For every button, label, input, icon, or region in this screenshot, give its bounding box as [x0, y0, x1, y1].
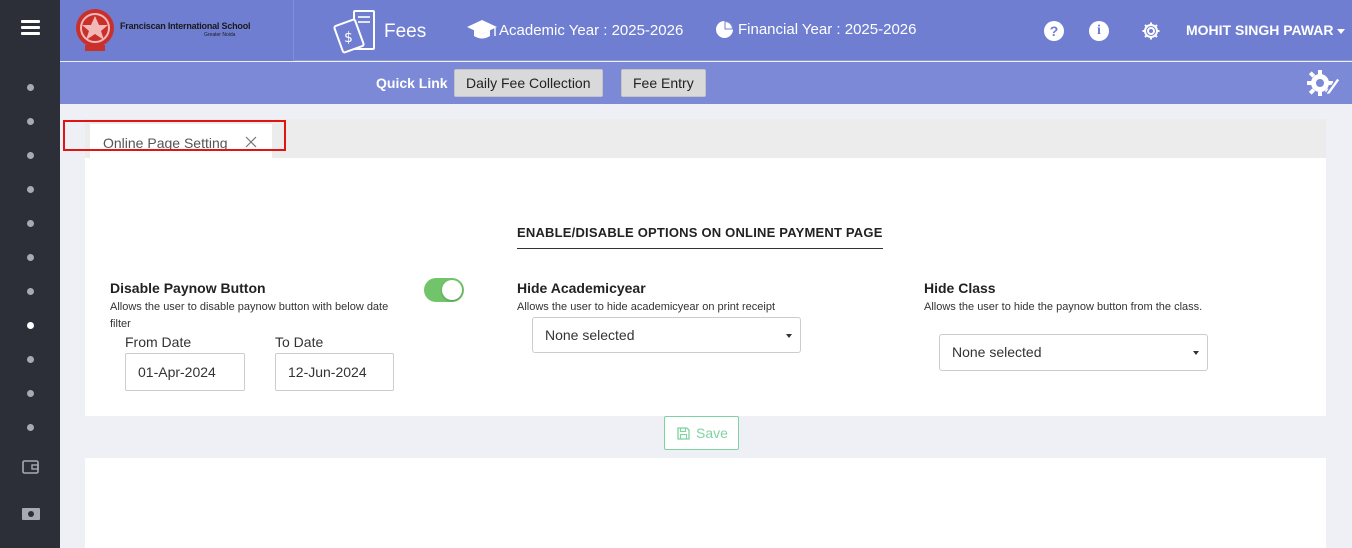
- pie-chart-icon: [716, 21, 733, 38]
- school-location: Greater Noida: [204, 32, 236, 38]
- from-date-label: From Date: [125, 334, 192, 350]
- chevron-down-icon: [786, 334, 792, 338]
- tab-strip: Online Page Setting: [85, 119, 1326, 158]
- user-name: MOHIT SINGH PAWAR: [1186, 22, 1334, 38]
- hide-academicyear-description: Allows the user to hide academicyear on …: [517, 301, 776, 313]
- hide-class-description: Allows the user to hide the paynow butto…: [924, 301, 1203, 313]
- quick-link-bar: Quick Link Daily Fee Collection Fee Entr…: [60, 62, 1352, 104]
- paynow-description: Allows the user to disable paynow button…: [110, 301, 389, 330]
- tab-online-page-setting[interactable]: Online Page Setting: [90, 124, 272, 158]
- paynow-title: Disable Paynow Button: [110, 280, 266, 296]
- chevron-down-icon: [1336, 28, 1345, 34]
- quick-link-label: Quick Link: [376, 75, 448, 91]
- academicyear-selected: None selected: [545, 327, 635, 343]
- panel-title: ENABLE/DISABLE OPTIONS ON ONLINE PAYMENT…: [517, 225, 883, 249]
- left-sidebar: [0, 0, 60, 548]
- sidebar-item[interactable]: [27, 220, 34, 227]
- sidebar-item[interactable]: [27, 390, 34, 397]
- daily-fee-collection-button[interactable]: Daily Fee Collection: [454, 69, 603, 97]
- chevron-down-icon: [1193, 351, 1199, 355]
- from-date-field[interactable]: 01-Apr-2024: [125, 353, 245, 391]
- close-icon[interactable]: [245, 136, 257, 148]
- settings-edit-icon[interactable]: [1307, 69, 1341, 97]
- toggle-knob: [442, 280, 462, 300]
- module-title: Fees: [384, 21, 427, 42]
- class-selected: None selected: [952, 344, 1042, 360]
- sidebar-item[interactable]: [27, 118, 34, 125]
- to-date-field[interactable]: 12-Jun-2024: [275, 353, 394, 391]
- fee-entry-button[interactable]: Fee Entry: [621, 69, 706, 97]
- academicyear-select[interactable]: None selected: [532, 317, 801, 353]
- top-header: Franciscan International School Greater …: [60, 0, 1352, 61]
- fees-icon: $: [333, 10, 375, 54]
- save-icon: [677, 427, 690, 440]
- lower-panel: [85, 458, 1326, 548]
- sidebar-item[interactable]: [27, 186, 34, 193]
- sidebar-item[interactable]: [27, 254, 34, 261]
- class-select[interactable]: None selected: [939, 334, 1208, 371]
- save-label: Save: [696, 425, 728, 441]
- sidebar-item[interactable]: [27, 356, 34, 363]
- school-brand[interactable]: Franciscan International School Greater …: [60, 0, 294, 61]
- gear-icon[interactable]: [1141, 21, 1161, 41]
- settings-panel: ENABLE/DISABLE OPTIONS ON ONLINE PAYMENT…: [85, 158, 1326, 416]
- svg-text:$: $: [344, 30, 353, 46]
- hide-academicyear-title: Hide Academicyear: [517, 280, 646, 296]
- sidebar-item-active[interactable]: [27, 322, 34, 329]
- graduation-cap-icon: [467, 20, 497, 39]
- financial-year: Financial Year : 2025-2026: [738, 21, 917, 38]
- help-icon[interactable]: ?: [1044, 21, 1064, 41]
- info-icon[interactable]: i: [1089, 21, 1109, 41]
- to-date-label: To Date: [275, 334, 324, 350]
- tab-label: Online Page Setting: [103, 135, 228, 151]
- menu-icon[interactable]: [21, 20, 40, 35]
- wallet-icon[interactable]: [21, 460, 41, 474]
- save-button[interactable]: Save: [664, 416, 739, 450]
- cash-icon[interactable]: [21, 507, 41, 521]
- sidebar-item[interactable]: [27, 84, 34, 91]
- sidebar-item[interactable]: [27, 152, 34, 159]
- school-logo: [76, 9, 114, 51]
- user-menu[interactable]: MOHIT SINGH PAWAR: [1186, 22, 1345, 38]
- academic-year: Academic Year : 2025-2026: [499, 22, 684, 39]
- sidebar-item[interactable]: [27, 288, 34, 295]
- paynow-toggle[interactable]: [424, 278, 464, 302]
- hide-class-title: Hide Class: [924, 280, 996, 296]
- sidebar-item[interactable]: [27, 424, 34, 431]
- school-name: Franciscan International School: [120, 21, 251, 31]
